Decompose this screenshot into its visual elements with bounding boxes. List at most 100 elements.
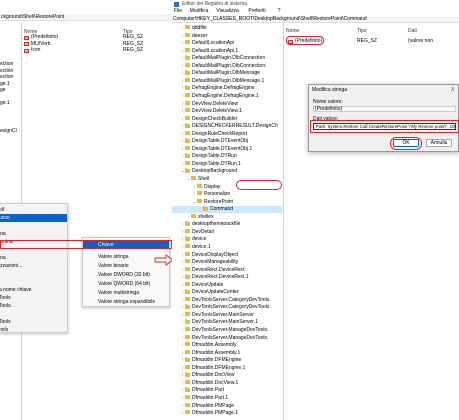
left-value-row[interactable]: ab (Predefinito) REG_SZ — [24, 34, 143, 40]
tree-node[interactable]: › DevDetail — [172, 228, 282, 236]
tree-node[interactable]: › DeviceRect.DeviceRect — [172, 266, 282, 274]
tree-node[interactable]: › Dfmaddin.PMPage — [172, 402, 282, 410]
menu-0[interactable]: File — [174, 8, 182, 15]
context-menu: olluovoinaominainaizzazioni...a nome chi… — [0, 203, 68, 333]
context-menu-item[interactable]: ina — [0, 230, 67, 238]
tree-node[interactable]: › DefaultMailPlugin.DlbMessage — [172, 70, 282, 77]
tree-node[interactable]: › Dfmaddin.Assembly.1 — [172, 349, 282, 357]
tree-node[interactable]: › DeviceDisplayObject — [172, 251, 282, 259]
left-value-row[interactable]: ab MUIVerb REG_SZ — [24, 41, 143, 47]
tree-node-label: deezer — [192, 32, 208, 39]
tree-node[interactable]: › DefaultLocationApi — [172, 40, 282, 47]
tree-node[interactable]: ⌄ RestorePoint — [172, 198, 282, 206]
tree-node[interactable]: › DesignTable.DTRun.1 — [172, 160, 282, 168]
tree-node[interactable]: › DesignTable.DTEventObj — [172, 138, 282, 145]
tree-node[interactable]: › Dfmaddin.DocView.1 — [172, 379, 282, 387]
tree-node[interactable]: › DefaultMailPlugin.DlbConnection. — [172, 62, 282, 70]
tree-node[interactable]: ⌄ DesktopBackground — [172, 168, 282, 175]
tree-node[interactable]: › device.1 — [172, 243, 282, 251]
context-menu-item[interactable]: uovo — [0, 214, 67, 222]
left-tree-item[interactable]: ection — [0, 61, 13, 67]
folder-icon — [185, 25, 190, 30]
tree-node[interactable]: › DevToolsServer.ManageDevTools. — [172, 334, 282, 342]
tree-node-label: DesignTable.DTRun.1 — [192, 160, 241, 167]
context-menu-item[interactable]: ools — [0, 326, 67, 334]
menu-3[interactable]: Preferiti — [248, 8, 265, 15]
folder-icon — [185, 364, 190, 370]
tree-node[interactable]: › Dfmaddin.DFMEngine.1 — [172, 364, 282, 372]
tree-node[interactable]: › DevToolsServer.MainServer.1 — [172, 319, 282, 326]
folder-icon — [185, 236, 190, 241]
left-panel: ckground\Shell\RestorePoint Nome Tipo ab… — [0, 0, 172, 420]
menu-1[interactable]: Modifica — [190, 8, 209, 15]
tree-node-label: DesignCheckBuilder — [192, 115, 238, 122]
tree-node[interactable]: › DefaultMailPlugin.DlbConnection — [172, 55, 282, 62]
context-menu-item[interactable]: izzazioni... — [0, 262, 67, 270]
menu-4[interactable]: ? — [278, 8, 281, 15]
tree-node-label: DevToolsServer.ManageDevTools. — [192, 334, 269, 341]
tree-node[interactable]: › deezer — [172, 32, 282, 40]
context-menu-item[interactable]: Tools — [0, 318, 67, 326]
cancel-button[interactable]: Annulla — [426, 139, 452, 147]
tree-node[interactable]: › DevView.DeleteView — [172, 100, 282, 108]
menu-2[interactable]: Visualizza — [216, 8, 238, 15]
context-menu-item[interactable]: Tools. — [0, 302, 67, 310]
submenu-item[interactable]: Valore multistringa — [83, 289, 169, 297]
tree-node[interactable]: › DevToolsServer.CategoryDevTools. — [172, 296, 282, 304]
folder-icon — [185, 319, 190, 324]
tree-node[interactable]: › Dfmaddin.DFMEngine — [172, 357, 282, 364]
tree-node[interactable]: › Dfmaddin.Part — [172, 387, 282, 394]
tree-node[interactable]: › DefragEngine.DefragEngine.1 — [172, 92, 282, 100]
tree-node[interactable]: › shellex — [172, 213, 282, 221]
left-tree-item[interactable]: ge.1 — [0, 81, 10, 87]
left-tree-item[interactable]: esignCl — [0, 128, 17, 134]
string-value-icon: ab — [24, 35, 29, 40]
tree-node[interactable]: › Dfmaddin.Part.1 — [172, 394, 282, 402]
tree-node[interactable]: Command — [172, 206, 282, 213]
submenu-item[interactable]: Valore DWORD (32 bit) — [83, 271, 169, 279]
address-bar[interactable]: Computer\HKEY_CLASSES_ROOT\DesktopBackgr… — [172, 15, 459, 23]
dialog-close-button[interactable]: X — [451, 87, 454, 93]
context-menu-item[interactable]: oll — [0, 206, 67, 214]
tree-node[interactable]: › DeviceUpdateCenter — [172, 289, 282, 296]
tree-node[interactable]: › desktopthemepackfile — [172, 221, 282, 228]
tree-node[interactable]: › DeviceRect.DeviceRect.1 — [172, 274, 282, 281]
tree-node[interactable]: › Dfmaddin.PMPage.1 — [172, 410, 282, 417]
tree-node[interactable]: › DevToolsServer.ManageDevTools. — [172, 327, 282, 334]
left-tree-item[interactable]: ge.1 — [0, 100, 10, 106]
context-menu-item[interactable]: a nome chiave — [0, 286, 67, 294]
tree-node[interactable]: › DevToolsServer.MainServer — [172, 311, 282, 319]
tree-node[interactable]: › DesignCheckBuilder — [172, 115, 282, 123]
tree-node[interactable]: › DevView.DeleteView.1 — [172, 108, 282, 115]
left-tree-item[interactable]: ection — [0, 68, 13, 74]
tree-node[interactable]: › Personalize — [172, 191, 282, 198]
left-tree-item[interactable]: ection — [0, 74, 13, 80]
tree-node[interactable]: › DevToolsServer.CategoryDevTools. — [172, 304, 282, 311]
submenu-item[interactable]: Valore QWORD (64 bit) — [83, 280, 169, 288]
tree-node[interactable]: › dddfile — [172, 25, 282, 32]
tree-node[interactable]: › DesignTable.DTRun — [172, 153, 282, 160]
col-tipo[interactable]: Tipo — [357, 28, 367, 34]
col-dati[interactable]: Dati — [408, 28, 417, 34]
value-name-field[interactable]: (Predefinito) — [313, 106, 456, 112]
left-address-bar[interactable]: ckground\Shell\RestorePoint — [0, 14, 172, 21]
context-menu-item[interactable]: Tools — [0, 294, 67, 302]
tree-node[interactable]: › Dfmaddin.DocView — [172, 372, 282, 379]
tree-node[interactable]: › device — [172, 236, 282, 243]
tree-node[interactable]: › DESIGNCHECKERRESULT.DesignCh — [172, 123, 282, 130]
tree-node[interactable]: › Dfmaddin.Assembly — [172, 342, 282, 349]
tree-node[interactable]: › DeviceManageability — [172, 259, 282, 266]
tree-node[interactable]: › DeviceUpdate — [172, 281, 282, 289]
col-nome[interactable]: Nome — [286, 28, 299, 34]
tree-node[interactable]: › DesignRuleCheckReport — [172, 130, 282, 138]
submenu-item[interactable]: Valore stringa espandibile — [83, 298, 169, 306]
folder-icon — [185, 372, 190, 377]
tree-node[interactable]: › DesignTable.DTEventObj.1 — [172, 145, 282, 153]
tree-node[interactable]: › DefaultMailPlugin.DlbMessage.1 — [172, 77, 282, 85]
tree-node-label: DeviceManageability — [192, 259, 239, 266]
tree-node[interactable]: › DefaultLocationApi.1 — [172, 47, 282, 55]
tree-node[interactable]: › DefragEngine.DefragEngine — [172, 85, 282, 92]
left-tree-item[interactable]: ge — [0, 87, 6, 93]
context-menu-item[interactable]: ina — [0, 254, 67, 262]
left-value-row[interactable]: ab Icon REG_SZ — [24, 47, 143, 53]
